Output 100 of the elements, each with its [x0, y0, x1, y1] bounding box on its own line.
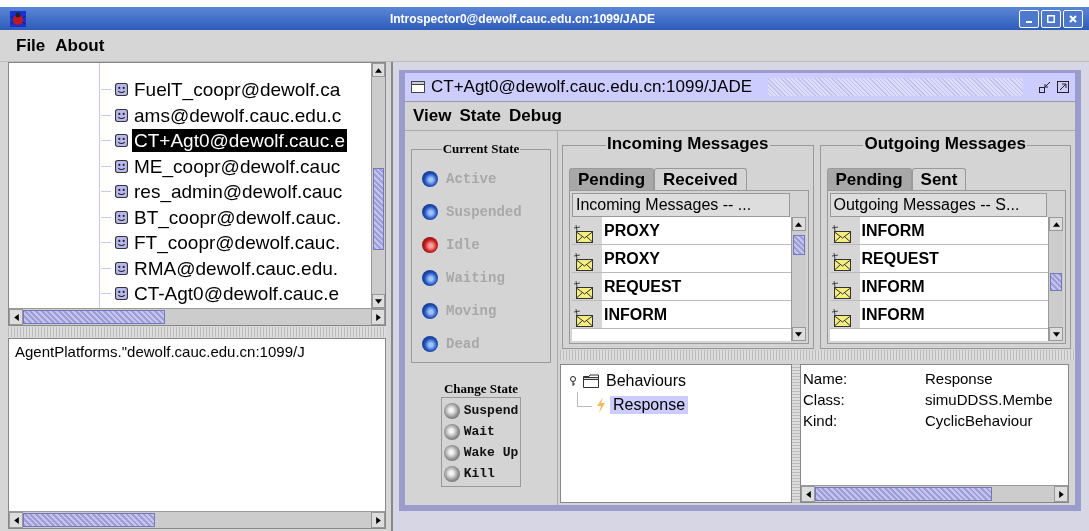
- state-button[interactable]: Kill: [443, 463, 519, 484]
- scrollbar-thumb[interactable]: [1050, 273, 1062, 291]
- tab[interactable]: Received: [654, 168, 747, 191]
- table-cell[interactable]: REQUEST: [602, 273, 682, 300]
- scroll-down-button[interactable]: [1049, 327, 1063, 341]
- scrollbar[interactable]: [9, 511, 385, 528]
- folder-icon: [583, 374, 599, 388]
- state-button[interactable]: Wake Up: [443, 442, 519, 463]
- envelope-icon: [574, 309, 594, 327]
- scrollbar[interactable]: [1048, 217, 1063, 341]
- minimize-icon: [1026, 20, 1032, 23]
- column-header[interactable]: Outgoing Messages -- S...: [829, 193, 1047, 217]
- tree-item[interactable]: RMA@dewolf.cauc.edu.: [132, 256, 341, 280]
- tab[interactable]: Pending: [826, 168, 912, 191]
- scroll-right-button[interactable]: [371, 512, 385, 528]
- tree-item[interactable]: FT_coopr@dewolf.cauc.: [132, 231, 343, 255]
- text-area[interactable]: AgentPlatforms."dewolf.cauc.edu.cn:1099/J: [8, 338, 386, 529]
- close-button[interactable]: [1063, 9, 1083, 28]
- group-title: Outgoing Messages: [863, 134, 1027, 154]
- field-value: Response: [925, 370, 993, 387]
- tree-item[interactable]: ME_coopr@dewolf.cauc: [132, 154, 343, 178]
- close-icon: [1069, 14, 1077, 23]
- menu-item[interactable]: Debug: [509, 106, 562, 126]
- tree-item[interactable]: Behaviours: [603, 372, 690, 390]
- field-label: Class:: [803, 391, 846, 408]
- bug-icon: [10, 10, 26, 27]
- scroll-right-button[interactable]: [1054, 486, 1068, 502]
- maximize-icon: [1047, 14, 1055, 23]
- scrollbar[interactable]: [9, 308, 385, 325]
- scrollbar-thumb[interactable]: [23, 310, 165, 324]
- envelope-icon: [831, 253, 852, 271]
- agent-icon: [115, 236, 128, 250]
- up-arrow-icon: [375, 67, 382, 73]
- right-arrow-icon: [375, 516, 381, 524]
- agent-icon: [115, 210, 128, 224]
- tab[interactable]: Pending: [569, 168, 655, 191]
- tree-item[interactable]: CT+Agt0@dewolf.cauc.e: [132, 129, 347, 153]
- scroll-up-button[interactable]: [791, 217, 806, 231]
- tree-item[interactable]: BT_coopr@dewolf.cauc.: [132, 205, 344, 229]
- envelope-icon: [574, 225, 594, 243]
- scroll-down-button[interactable]: [372, 294, 385, 308]
- field-value: simuDDSS.Membe: [925, 391, 1053, 408]
- window-title: CT+Agt0@dewolf.cauc.edu.cn:1099/JADE: [431, 77, 753, 97]
- agent-icon: [115, 108, 128, 122]
- state-button[interactable]: Wait: [443, 421, 519, 442]
- table-cell[interactable]: REQUEST: [859, 245, 939, 272]
- table-cell[interactable]: INFORM: [859, 217, 925, 244]
- scroll-left-button[interactable]: [801, 486, 815, 502]
- group-title: Incoming Messages: [605, 134, 770, 154]
- scroll-right-button[interactable]: [371, 309, 385, 325]
- expand-handle-icon[interactable]: [567, 375, 579, 387]
- maximize-icon[interactable]: [1057, 81, 1069, 93]
- left-arrow-icon: [805, 490, 811, 498]
- scrollbar-thumb[interactable]: [373, 168, 384, 250]
- down-arrow-icon: [375, 298, 382, 304]
- column-header[interactable]: Incoming Messages -- ...: [572, 193, 790, 217]
- table-cell[interactable]: INFORM: [859, 273, 925, 300]
- scrollbar[interactable]: [371, 63, 385, 308]
- table-cell[interactable]: INFORM: [859, 301, 925, 328]
- right-arrow-icon: [375, 313, 381, 321]
- up-arrow-icon: [795, 221, 802, 227]
- menu-item[interactable]: View: [413, 106, 452, 126]
- tree-item[interactable]: CT-Agt0@dewolf.cauc.e: [132, 282, 342, 306]
- envelope-icon: [831, 225, 852, 243]
- table-cell[interactable]: PROXY: [602, 217, 660, 244]
- restore-icon[interactable]: [1039, 81, 1051, 93]
- lightning-icon: [596, 397, 606, 413]
- platform-text: AgentPlatforms."dewolf.cauc.edu.cn:1099/J: [15, 343, 305, 360]
- envelope-icon: [574, 253, 594, 271]
- tree-item[interactable]: res_admin@dewolf.cauc: [132, 180, 345, 204]
- agent-icon: [115, 159, 128, 173]
- down-arrow-icon: [795, 331, 802, 337]
- field-label: Kind:: [803, 412, 839, 429]
- tree-item[interactable]: Response: [610, 396, 689, 414]
- scrollbar-thumb[interactable]: [815, 487, 992, 501]
- scroll-up-button[interactable]: [1049, 217, 1063, 231]
- state-button[interactable]: Suspend: [443, 400, 519, 421]
- left-arrow-icon: [13, 313, 19, 321]
- table-cell[interactable]: PROXY: [602, 245, 660, 272]
- tree-item[interactable]: ams@dewolf.cauc.edu.c: [132, 103, 344, 127]
- menu-item[interactable]: File: [16, 35, 46, 56]
- agent-icon: [115, 83, 128, 97]
- menu-item[interactable]: State: [459, 106, 501, 126]
- right-arrow-icon: [1058, 490, 1064, 498]
- maximize-button[interactable]: [1041, 9, 1061, 28]
- table-cell[interactable]: INFORM: [602, 301, 668, 328]
- menu-item[interactable]: About: [55, 35, 105, 56]
- window-icon: [411, 81, 425, 93]
- scroll-left-button[interactable]: [9, 309, 23, 325]
- scrollbar-thumb[interactable]: [792, 235, 805, 255]
- up-arrow-icon: [1052, 221, 1060, 227]
- scroll-left-button[interactable]: [9, 512, 23, 528]
- tree-item[interactable]: FuelT_coopr@dewolf.ca: [132, 78, 343, 102]
- scrollbar[interactable]: [801, 485, 1068, 502]
- scroll-up-button[interactable]: [372, 63, 385, 77]
- scrollbar-thumb[interactable]: [23, 513, 155, 527]
- minimize-button[interactable]: [1019, 9, 1039, 28]
- agent-icon: [115, 185, 128, 199]
- scroll-down-button[interactable]: [791, 327, 806, 341]
- agent-icon: [115, 287, 128, 301]
